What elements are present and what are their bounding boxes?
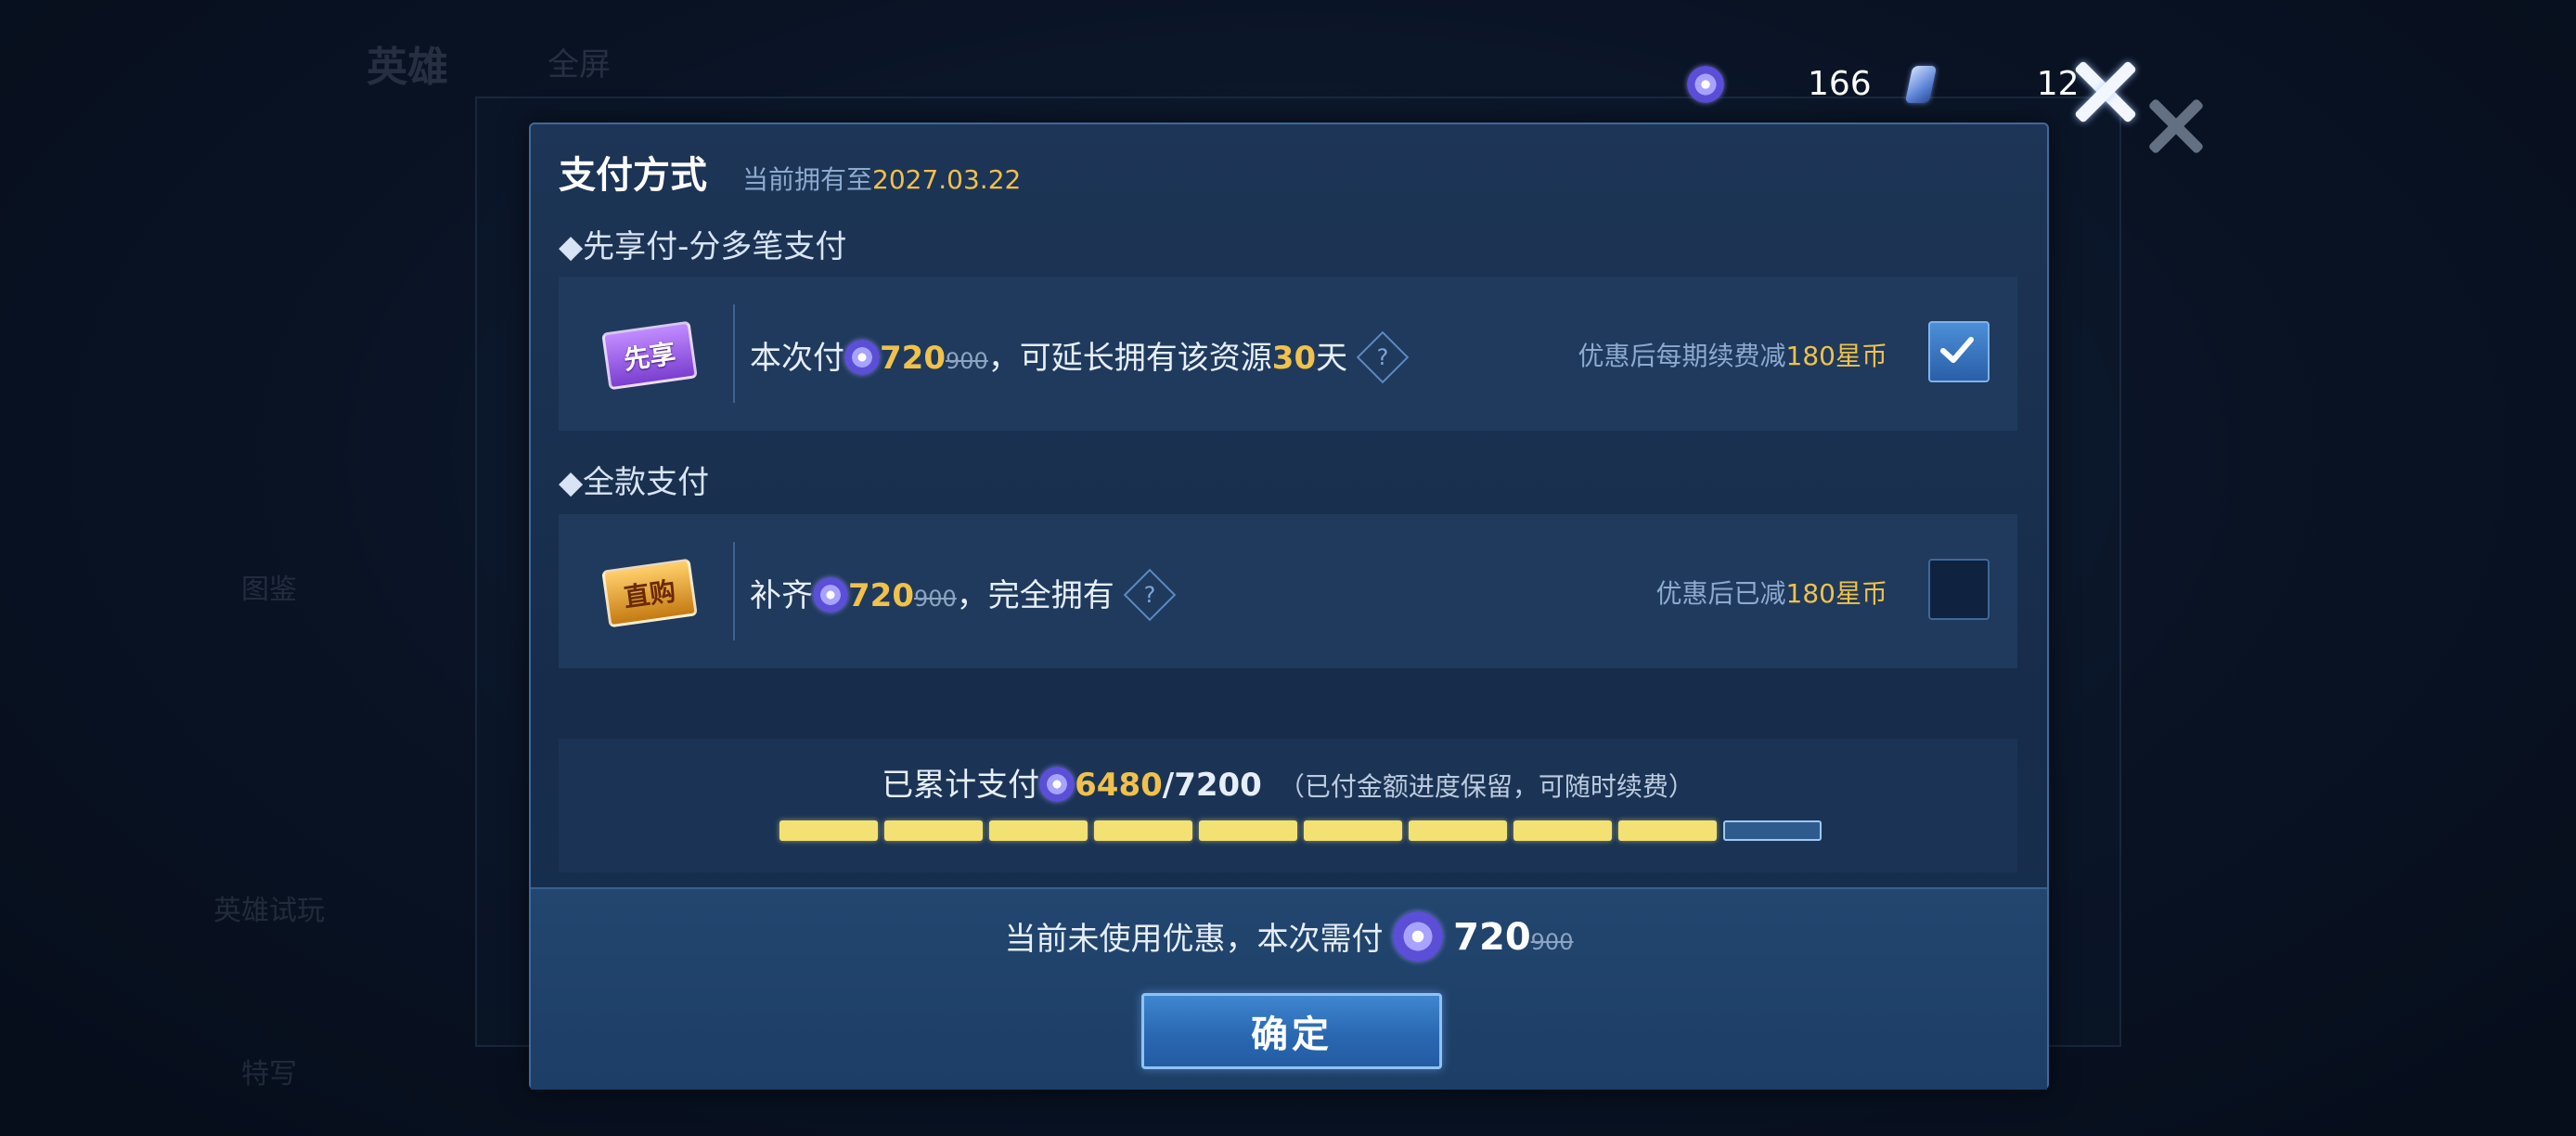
installment-days-unit: 天 <box>1316 340 1348 377</box>
progress-total: /7200 <box>1162 767 1262 804</box>
dialog-footer: 当前未使用优惠，本次需付 720900 确定 <box>531 887 2047 1090</box>
payment-original-price: 900 <box>1530 929 1574 955</box>
direct-buy-badge: 直购 <box>601 558 698 628</box>
full-original-price: 900 <box>913 586 957 612</box>
discount-prefix: 优惠后已减 <box>1655 578 1786 609</box>
confirm-button[interactable]: 确定 <box>1141 993 1442 1069</box>
payment-summary: 当前未使用优惠，本次需付 720900 <box>531 911 2047 962</box>
progress-segment-filled <box>1199 820 1297 841</box>
section-installment-heading: ◆先享付-分多笔支付 <box>559 228 847 265</box>
installment-mid: ，可延长拥有该资源 <box>987 340 1272 377</box>
progress-segment-empty <box>1723 820 1822 841</box>
installment-badge: 先享 <box>601 320 698 391</box>
option-full-payment[interactable]: 直购 补齐 720900，完全拥有? 优惠后已减180星币 <box>559 514 2017 668</box>
full-payment-checkbox[interactable] <box>1928 559 1990 620</box>
payment-progress: 已累计支付 6480/7200 （已付金额进度保留，可随时续费） <box>559 739 2017 872</box>
full-suffix: ，完全拥有 <box>956 577 1114 614</box>
full-prefix: 补齐 <box>750 577 813 614</box>
checkmark-icon <box>1940 337 1974 363</box>
discount-value: 180星币 <box>1785 341 1887 371</box>
payment-dialog: 支付方式 当前拥有至2027.03.22 ◆先享付-分多笔支付 先享 本次付 72… <box>529 123 2049 1090</box>
installment-text: 本次付 720900，可延长拥有该资源30天? <box>750 330 1410 384</box>
progress-segment-filled <box>1304 820 1402 841</box>
progress-segment-filled <box>1618 820 1717 841</box>
coupon-coin-icon <box>1393 911 1444 962</box>
coupon-coin-icon <box>813 577 848 613</box>
coupon-coin-icon <box>1687 65 1724 103</box>
section-full-heading: ◆全款支付 <box>559 464 710 501</box>
progress-paid: 6480 <box>1075 767 1163 804</box>
payment-amount: 720 <box>1453 916 1531 959</box>
divider <box>733 304 735 403</box>
ownership-date: 2027.03.22 <box>872 164 1022 195</box>
installment-amount: 720 <box>880 340 946 377</box>
progress-bar <box>779 820 1822 841</box>
full-amount: 720 <box>848 577 914 614</box>
option-installment[interactable]: 先享 本次付 720900，可延长拥有该资源30天? 优惠后每期续费减180星币 <box>559 277 2017 431</box>
coupon-coin-icon <box>1039 767 1075 802</box>
coupon-coin-icon <box>844 340 880 375</box>
discount-prefix: 优惠后每期续费减 <box>1578 341 1786 371</box>
ownership-prefix: 当前拥有至 <box>742 164 873 195</box>
progress-segment-filled <box>1409 820 1507 841</box>
close-icon[interactable] <box>2071 58 2140 126</box>
installment-days: 30 <box>1271 340 1317 377</box>
progress-label: 已累计支付 <box>882 767 1040 804</box>
full-payment-text: 补齐 720900，完全拥有? <box>750 568 1177 622</box>
installment-original-price: 900 <box>945 348 988 374</box>
dialog-title: 支付方式 <box>559 154 707 197</box>
progress-segment-filled <box>1513 820 1612 841</box>
progress-text: 已累计支付 6480/7200 （已付金额进度保留，可随时续费） <box>559 759 2017 805</box>
ticket-icon <box>1904 65 1937 103</box>
progress-segment-filled <box>779 820 878 841</box>
full-discount: 优惠后已减180星币 <box>1656 574 1887 611</box>
payment-summary-text: 当前未使用优惠，本次需付 <box>1004 921 1384 958</box>
ownership-subtitle: 当前拥有至2027.03.22 <box>742 160 1021 197</box>
help-icon[interactable]: ? <box>1123 568 1177 622</box>
help-glyph: ? <box>1143 582 1156 608</box>
divider <box>733 542 735 640</box>
progress-segment-filled <box>884 820 983 841</box>
discount-value: 180星币 <box>1785 578 1887 609</box>
progress-segment-filled <box>1094 820 1192 841</box>
coupon-balance: 166 <box>1808 65 1872 103</box>
help-icon[interactable]: ? <box>1356 330 1410 384</box>
progress-note: （已付金额进度保留，可随时续费） <box>1278 771 1694 802</box>
installment-discount: 优惠后每期续费减180星币 <box>1578 336 1887 373</box>
help-glyph: ? <box>1376 344 1389 370</box>
installment-checkbox[interactable] <box>1928 321 1990 382</box>
installment-prefix: 本次付 <box>750 340 844 377</box>
progress-segment-filled <box>989 820 1088 841</box>
background-close-icon <box>2145 97 2207 158</box>
currency-bar: 166 12 <box>1687 65 2080 103</box>
